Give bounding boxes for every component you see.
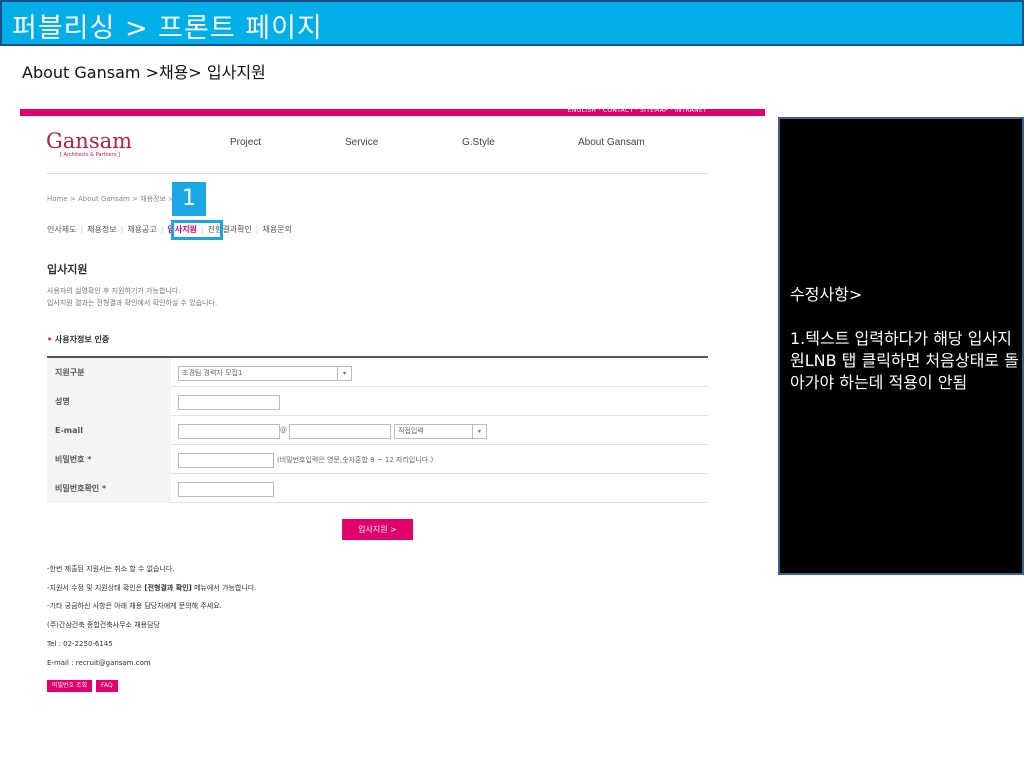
lnb-tab-recruit-info[interactable]: 채용정보: [87, 225, 116, 234]
notice-list: -한번 제출된 지원서는 취소 할 수 없습니다. -지원서 수정 및 지원상태…: [47, 560, 257, 672]
lnb-separator: |: [255, 225, 259, 234]
memo-title: 수정사항>: [790, 285, 863, 304]
bullet-dot: •: [47, 335, 53, 344]
faq-button[interactable]: FAQ: [96, 680, 118, 692]
revision-memo-panel: 수정사항> 1.텍스트 입력하다가 해당 입사지원LNB 탭 클릭하면 처음상태…: [778, 117, 1024, 575]
apply-submit-button[interactable]: 입사지원 >: [342, 519, 413, 540]
top-pink-bar: ENGLISH · CONTACT · SITEMAP · INTRANET: [20, 107, 765, 116]
user-auth-form: 지원구분 조경팀 경력자 모집1 ▾ 성명 E-mail @ 직접입력 ▾ 비밀…: [47, 356, 708, 503]
notice-line: (주)간삼건축 종합건축사무소 채용담당: [47, 621, 160, 630]
notice-line: E-mail : recruit@gansam.com: [47, 658, 151, 667]
gansam-logo[interactable]: Gansam: [46, 129, 132, 153]
intro-line: 사용자의 실명확인 후 지원하기가 가능합니다.: [47, 287, 181, 295]
lnb-tab-inquiry[interactable]: 채용문의: [263, 225, 292, 234]
lnb-separator: |: [120, 225, 124, 234]
gnb-about-gansam[interactable]: About Gansam: [578, 137, 645, 148]
intro-text: 사용자의 실명확인 후 지원하기가 가능합니다. 입사지원 결과는 전형결과 확…: [47, 285, 217, 309]
email-domain-input[interactable]: [289, 424, 391, 439]
form-row-password-confirm: 비밀번호확인 *: [47, 474, 708, 503]
password-lookup-button[interactable]: 비밀번호 조회: [47, 680, 93, 692]
lnb-tabs: 인사제도 | 채용정보 | 채용공고 | 입사지원 | 전형결과확인 | 채용문의: [47, 224, 292, 235]
apply-type-label: 지원구분: [47, 358, 171, 387]
slide-title-bar: 퍼블리싱 > 프론트 페이지: [0, 0, 1024, 46]
gnb-service[interactable]: Service: [345, 137, 378, 148]
logo-subtitle: [ Architects & Partners ]: [60, 152, 120, 158]
utility-links[interactable]: ENGLISH · CONTACT · SITEMAP · INTRANET: [568, 107, 707, 114]
apply-type-selected: 조경팀 경력자 모집1: [182, 369, 243, 377]
form-row-email: E-mail @ 직접입력 ▾: [47, 416, 708, 445]
password-label: 비밀번호 *: [47, 445, 171, 474]
apply-type-select[interactable]: 조경팀 경력자 모집1 ▾: [178, 366, 352, 381]
email-domain-select[interactable]: 직접입력 ▾: [394, 424, 487, 439]
email-label: E-mail: [47, 416, 171, 445]
annotation-number-marker: 1: [172, 182, 206, 216]
lnb-separator: |: [160, 225, 164, 234]
email-id-input[interactable]: [178, 424, 280, 439]
email-domain-selected: 직접입력: [398, 427, 424, 435]
slide-title: 퍼블리싱 > 프론트 페이지: [12, 13, 323, 44]
password-confirm-label: 비밀번호확인 *: [47, 474, 171, 503]
form-row-apply-type: 지원구분 조경팀 경력자 모집1 ▾: [47, 358, 708, 387]
name-label: 성명: [47, 387, 171, 416]
password-input[interactable]: [178, 453, 274, 468]
intro-line: 입사지원 결과는 전형결과 확인에서 확인하실 수 있습니다.: [47, 299, 218, 307]
lnb-tab-job-notice[interactable]: 채용공고: [127, 225, 156, 234]
lnb-tab-personnel-system[interactable]: 인사제도: [47, 225, 76, 234]
memo-spacer: [790, 306, 1022, 328]
annotation-highlight-box: [171, 220, 223, 240]
section-title-text: 사용자정보 인증: [54, 335, 110, 344]
notice-bold-menu: [전형결과 확인]: [144, 583, 192, 592]
notice-line: -한번 제출된 지원서는 취소 할 수 없습니다.: [47, 565, 175, 573]
email-at-sign: @: [280, 426, 287, 434]
section-title: • 사용자정보 인증: [47, 334, 109, 345]
notice-text: 메뉴에서 가능합니다.: [191, 583, 257, 592]
notice-line: -기타 궁금하신 사항은 아래 채용 담당자에게 문의해 주세요.: [47, 602, 222, 611]
form-row-password: 비밀번호 * (비밀번호입력은 영문,숫자혼합 8 ~ 12 자리입니다.): [47, 445, 708, 474]
notice-line: -지원서 수정 및 지원상태 확인은 [전형결과 확인] 메뉴에서 가능합니다.: [47, 579, 257, 598]
lnb-separator: |: [80, 225, 84, 234]
website-screenshot: ENGLISH · CONTACT · SITEMAP · INTRANET G…: [20, 107, 765, 709]
gnb-project[interactable]: Project: [230, 137, 261, 148]
chevron-down-icon: ▾: [337, 367, 351, 380]
notice-text: -지원서 수정 및 지원상태 확인은: [47, 583, 145, 592]
gnb-divider: [47, 173, 708, 174]
password-confirm-input[interactable]: [178, 482, 274, 497]
chevron-down-icon: ▾: [472, 425, 486, 438]
password-hint: (비밀번호입력은 영문,숫자혼합 8 ~ 12 자리입니다.): [277, 456, 434, 464]
name-input[interactable]: [178, 395, 280, 410]
page-heading: 입사지원: [47, 263, 88, 276]
memo-body: 1.텍스트 입력하다가 해당 입사지원LNB 탭 클릭하면 처음상태로 돌아가야…: [790, 329, 1019, 392]
gnb-gstyle[interactable]: G.Style: [462, 137, 495, 148]
notice-line: Tel : 02-2250-6145: [47, 639, 113, 648]
slide-breadcrumb: About Gansam >채용> 입사지원: [22, 63, 266, 82]
form-row-name: 성명: [47, 387, 708, 416]
bottom-buttons: 비밀번호 조회 FAQ: [47, 672, 122, 692]
